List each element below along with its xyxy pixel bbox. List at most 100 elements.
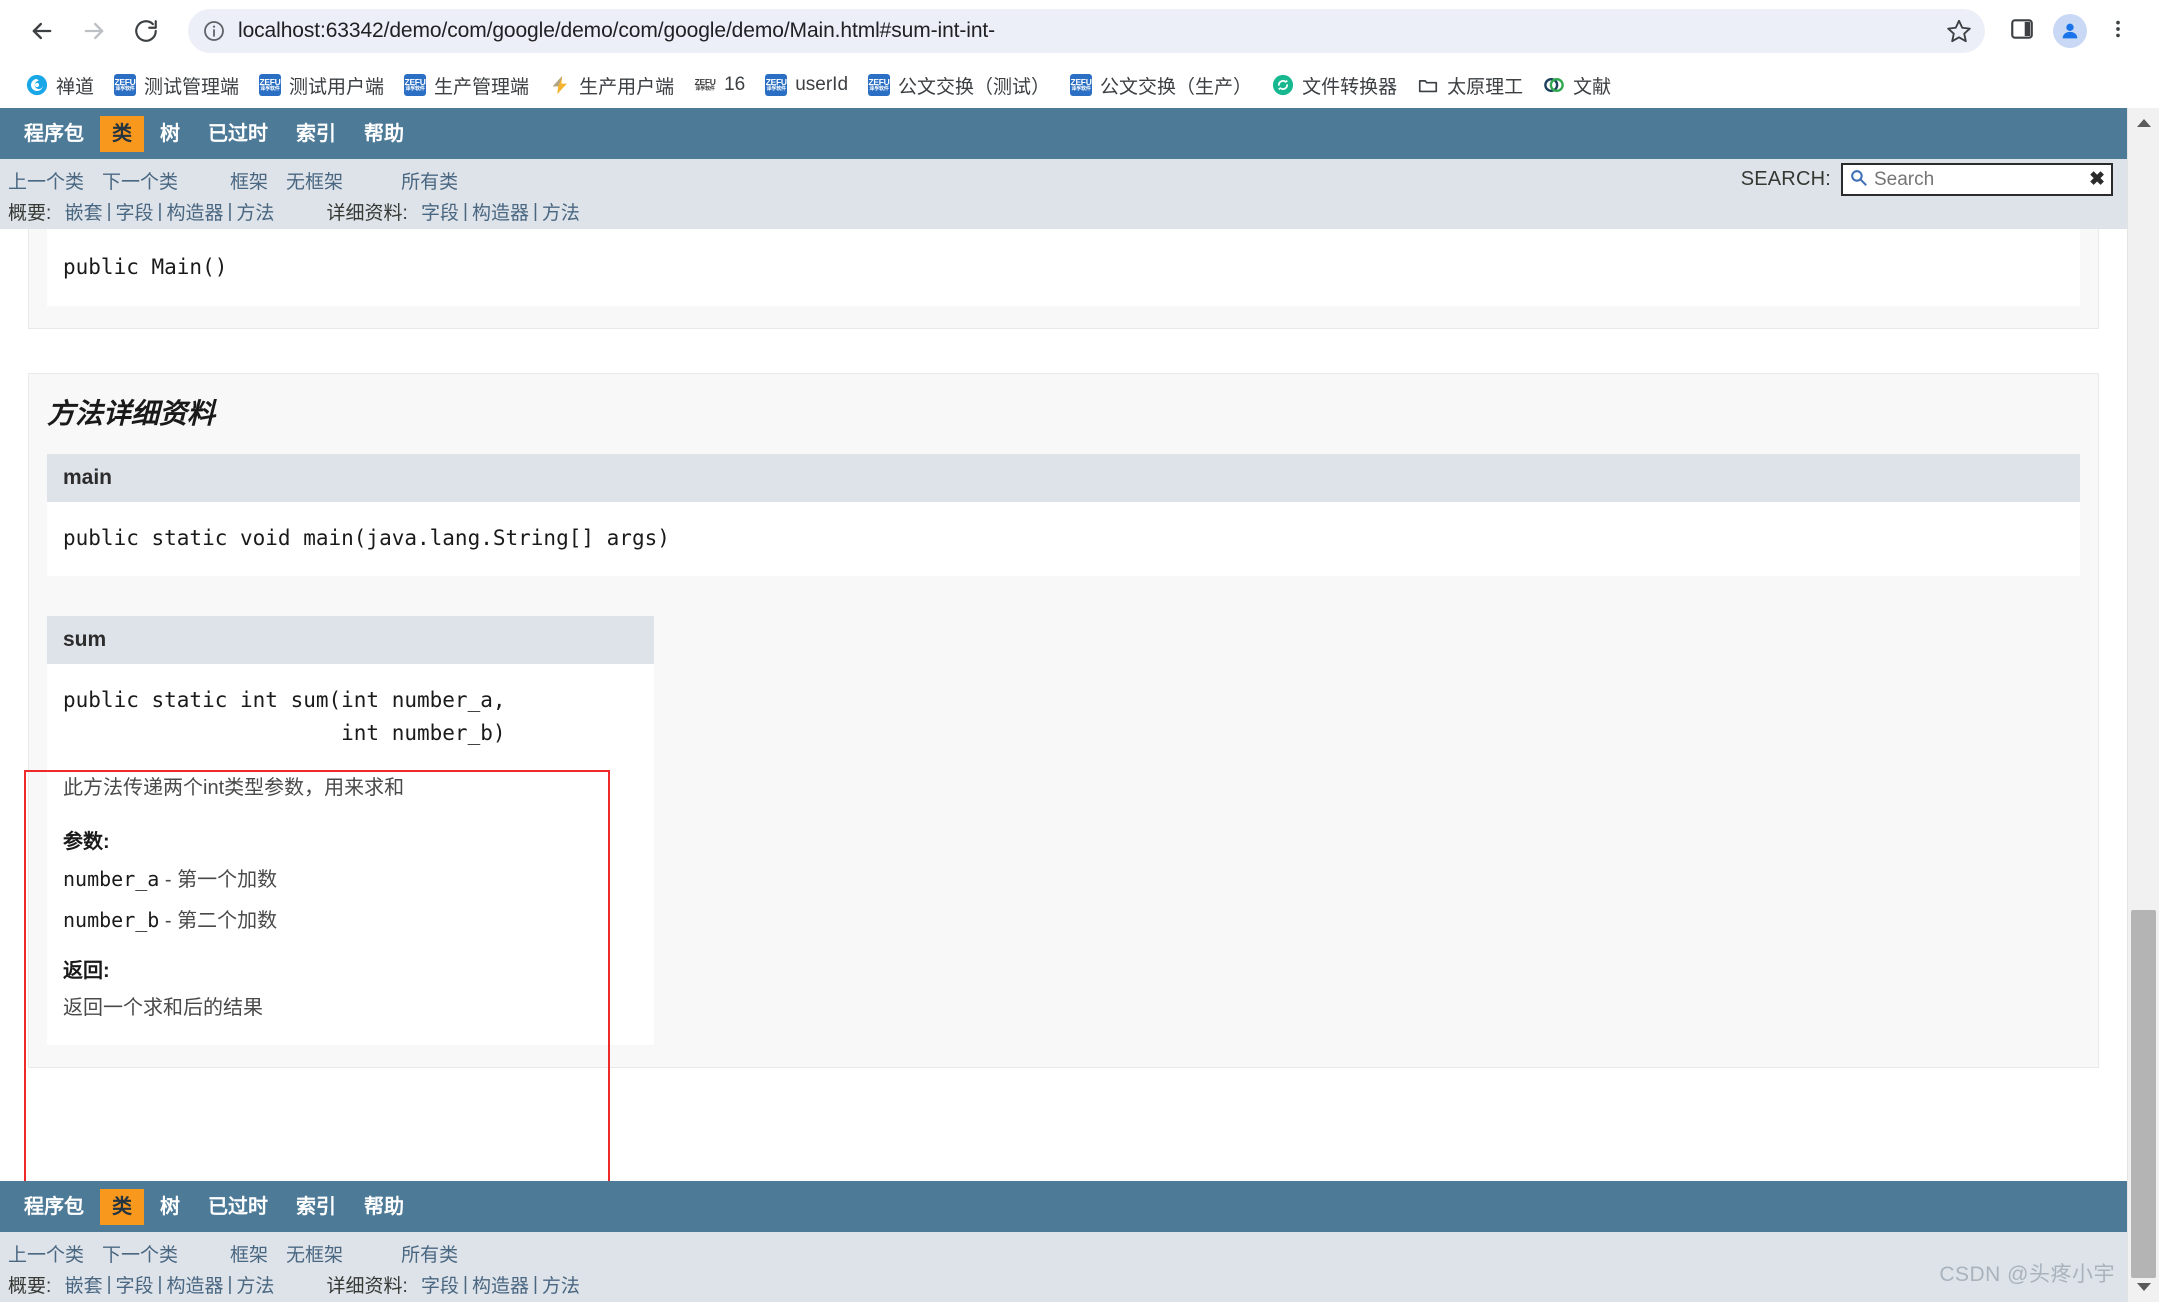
prev-class-link-bottom[interactable]: 上一个类 [8, 1238, 84, 1269]
prev-class-link[interactable]: 上一个类 [8, 165, 84, 196]
reload-button[interactable] [122, 7, 170, 55]
javadoc-bottom-navbar: 程序包 类 树 已过时 索引 帮助 [0, 1181, 2127, 1232]
toolbar-right-group [1999, 8, 2141, 54]
separator: | [532, 200, 538, 222]
bookmark-item[interactable]: 文件转换器 [1262, 68, 1407, 103]
bookmark-folder[interactable]: 太原理工 [1407, 68, 1533, 103]
search-label: SEARCH: [1740, 168, 1831, 190]
param-description: 第一个加数 [177, 869, 278, 892]
nav-item-tree-bottom[interactable]: 树 [148, 1189, 192, 1225]
address-bar[interactable]: localhost:63342/demo/com/google/demo/com… [188, 9, 1985, 53]
no-frames-link[interactable]: 无框架 [286, 165, 343, 196]
nav-item-deprecated[interactable]: 已过时 [196, 116, 280, 152]
detail-field-link-bottom[interactable]: 字段 [421, 1269, 459, 1300]
back-button[interactable] [18, 7, 66, 55]
bookmark-label: 文件转换器 [1302, 76, 1398, 98]
scroll-up-arrow-icon[interactable] [2128, 108, 2159, 138]
summary-constructor-link-bottom[interactable]: 构造器 [166, 1269, 223, 1300]
nav-item-index[interactable]: 索引 [284, 116, 348, 152]
param-description: 第二个加数 [177, 910, 278, 933]
nav-item-help[interactable]: 帮助 [352, 116, 416, 152]
javadoc-bottom-subnav: 上一个类 下一个类 框架 无框架 所有类 概要: 嵌套 | 字段 | 构造器 |… [0, 1232, 2127, 1302]
zentao-favicon [26, 74, 48, 96]
separator: | [532, 1273, 538, 1295]
nav-item-packages[interactable]: 程序包 [12, 116, 96, 152]
nav-item-index-bottom[interactable]: 索引 [284, 1189, 348, 1225]
summary-method-link[interactable]: 方法 [236, 196, 274, 227]
subnav-class-links: 上一个类 下一个类 [8, 165, 178, 196]
detail-method-link-bottom[interactable]: 方法 [542, 1269, 580, 1300]
bookmark-label: 16 [724, 74, 746, 95]
bookmark-label: userId [795, 74, 849, 95]
bookmark-item[interactable]: ZEFU 泽孚软件 16 [684, 70, 755, 100]
search-magnifier-icon [1849, 168, 1868, 192]
next-class-link-bottom[interactable]: 下一个类 [102, 1238, 178, 1269]
all-classes-link-bottom[interactable]: 所有类 [401, 1238, 458, 1269]
rings-favicon [1543, 74, 1565, 96]
separator: | [106, 200, 112, 222]
summary-field-link-bottom[interactable]: 字段 [116, 1269, 154, 1300]
nav-item-packages-bottom[interactable]: 程序包 [12, 1189, 96, 1225]
no-frames-link-bottom[interactable]: 无框架 [286, 1238, 343, 1269]
nav-item-class[interactable]: 类 [100, 115, 144, 152]
frames-link[interactable]: 框架 [230, 165, 268, 196]
param-name: number_a [63, 867, 160, 892]
frames-link-bottom[interactable]: 框架 [230, 1238, 268, 1269]
clear-search-icon[interactable]: ✖ [2089, 170, 2107, 189]
summary-field-link[interactable]: 字段 [116, 196, 154, 227]
scroll-down-arrow-icon[interactable] [2128, 1272, 2159, 1302]
detail-method-link[interactable]: 方法 [542, 196, 580, 227]
refresh-circle-favicon [1272, 74, 1294, 96]
all-classes-link[interactable]: 所有类 [401, 165, 458, 196]
returns-label: 返回: [63, 960, 110, 983]
profile-button[interactable] [2047, 8, 2093, 54]
detail-constructor-link-bottom[interactable]: 构造器 [472, 1269, 529, 1300]
subnav-row-links: 上一个类 下一个类 框架 无框架 所有类 SEARCH: Search ✖ [0, 163, 2127, 196]
summary-constructor-link[interactable]: 构造器 [166, 196, 223, 227]
browser-chrome: localhost:63342/demo/com/google/demo/com… [0, 0, 2159, 108]
bookmark-label: 公文交换（生产） [1100, 76, 1253, 98]
bookmark-label: 太原理工 [1447, 76, 1524, 98]
search-area: SEARCH: Search ✖ [1741, 163, 2113, 196]
bookmark-item[interactable]: ZEFU 泽孚软件 测试用户端 [249, 68, 394, 103]
side-panel-icon [2009, 16, 2035, 47]
next-class-link[interactable]: 下一个类 [102, 165, 178, 196]
bookmark-item[interactable]: 文献 [1533, 68, 1621, 103]
url-text[interactable]: localhost:63342/demo/com/google/demo/com… [238, 19, 1941, 43]
nav-item-class-bottom[interactable]: 类 [100, 1188, 144, 1225]
nav-item-deprecated-bottom[interactable]: 已过时 [196, 1189, 280, 1225]
bookmark-item[interactable]: ZEFU 泽孚软件 生产管理端 [394, 68, 539, 103]
bookmark-item[interactable]: 禅道 [16, 68, 104, 103]
bookmarks-bar: 禅道 ZEFU 泽孚软件 测试管理端 ZEFU 泽孚软件 测试用户端 ZEFU 泽孚软… [0, 62, 2159, 108]
nav-item-help-bottom[interactable]: 帮助 [352, 1189, 416, 1225]
summary-nested-link-bottom[interactable]: 嵌套 [65, 1269, 103, 1300]
folder-icon [1417, 74, 1439, 96]
bookmark-item[interactable]: ZEFU 泽孚软件 公文交换（测试） [858, 68, 1060, 103]
method-member-sum: sum public static int sum(int number_a, … [47, 616, 654, 1046]
scrollbar-thumb[interactable] [2131, 910, 2156, 1278]
browser-menu-button[interactable] [2095, 8, 2141, 54]
nav-item-tree[interactable]: 树 [148, 116, 192, 152]
bookmark-label: 禅道 [56, 76, 95, 98]
detail-constructor-link[interactable]: 构造器 [472, 196, 529, 227]
subnav-row-summary-bottom: 概要: 嵌套 | 字段 | 构造器 | 方法 详细资料: 字段 | 构造器 | [0, 1269, 2127, 1300]
page-scrollbar[interactable] [2127, 108, 2159, 1302]
summary-method-link-bottom[interactable]: 方法 [236, 1269, 274, 1300]
reload-icon [133, 18, 159, 44]
zefu-plain-favicon: ZEFU 泽孚软件 [694, 77, 716, 92]
site-info-icon[interactable] [202, 19, 226, 43]
summary-nested-link[interactable]: 嵌套 [65, 196, 103, 227]
back-arrow-icon [28, 17, 56, 45]
three-dot-menu-icon [2107, 18, 2129, 45]
search-input[interactable]: Search ✖ [1841, 163, 2113, 196]
forward-button[interactable] [70, 7, 118, 55]
bookmark-item[interactable]: 生产用户端 [539, 68, 684, 103]
bookmark-star-icon[interactable] [1941, 13, 1977, 49]
summary-label-bottom: 概要: [8, 1276, 52, 1297]
bookmark-item[interactable]: ZEFU 泽孚软件 userId [755, 70, 858, 100]
bookmark-item[interactable]: ZEFU 泽孚软件 测试管理端 [104, 68, 249, 103]
javadoc-page: 程序包 类 树 已过时 索引 帮助 上一个类 下一个类 框架 无框架 所有类 S… [0, 108, 2127, 1302]
side-panel-button[interactable] [1999, 8, 2045, 54]
detail-field-link[interactable]: 字段 [421, 196, 459, 227]
bookmark-item[interactable]: ZEFU 泽孚软件 公文交换（生产） [1060, 68, 1262, 103]
